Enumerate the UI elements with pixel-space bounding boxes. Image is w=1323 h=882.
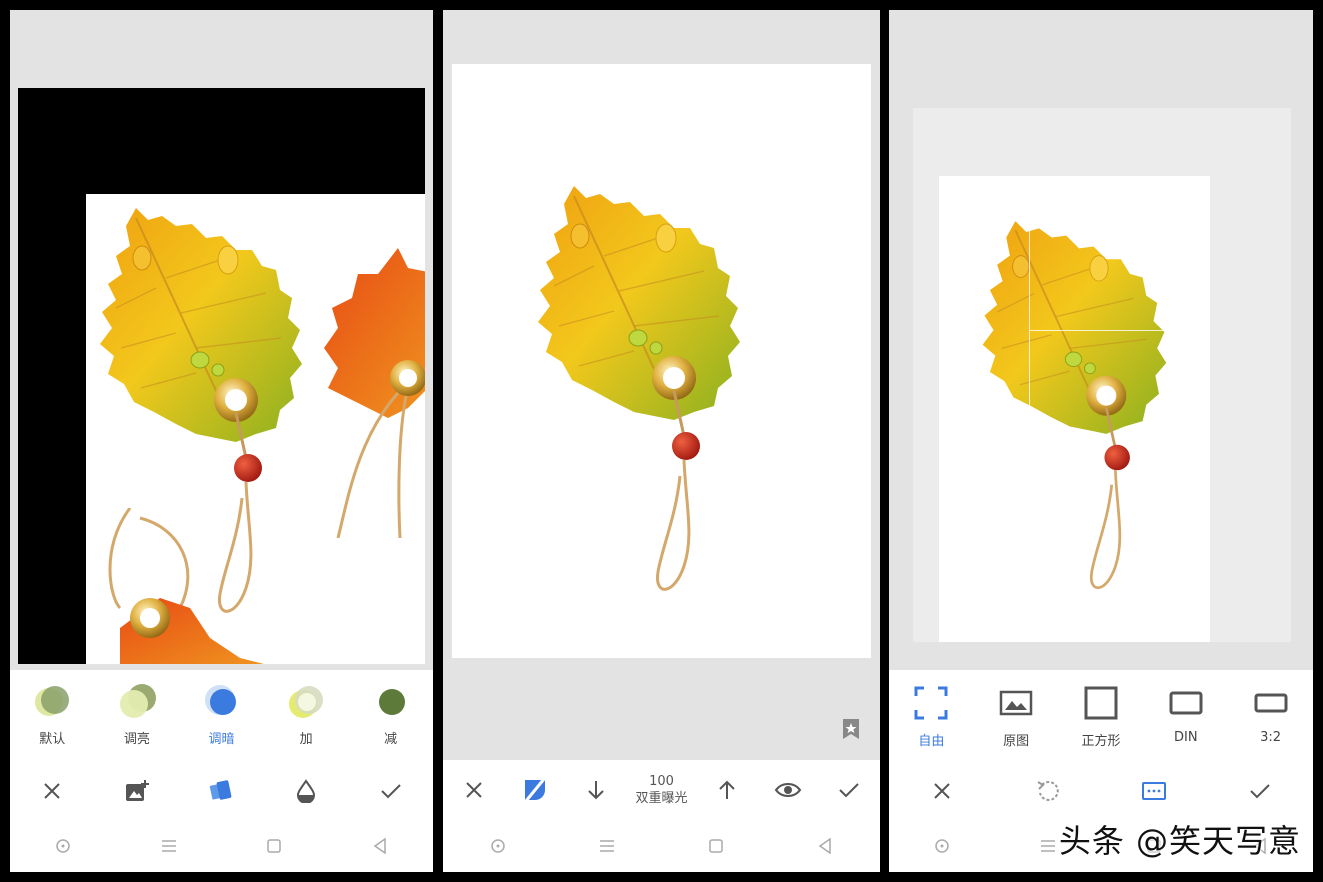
leaf-image-main [979, 212, 1179, 612]
crop-option-3-2[interactable]: 3:2 [1236, 686, 1306, 745]
exposure-mode-label: 双重曝光 [635, 791, 688, 806]
add-image-icon[interactable] [115, 769, 159, 813]
crop-grid-line [1029, 216, 1030, 426]
eye-icon[interactable] [766, 768, 810, 812]
menu-nav-icon[interactable] [587, 831, 627, 861]
opacity-drop-icon[interactable] [284, 769, 328, 813]
crop-option-square[interactable]: 正方形 [1066, 686, 1136, 749]
crop-option-original[interactable]: 原图 [981, 686, 1051, 749]
close-icon[interactable] [452, 768, 496, 812]
preset-label: 调亮 [123, 732, 150, 747]
phone-panel-mask-editor: 100 双重曝光 [443, 10, 880, 872]
preset-label: 减 [384, 732, 398, 747]
check-icon[interactable] [827, 768, 871, 812]
ratio-rect-icon [1254, 686, 1288, 720]
leaf-image-bottom [108, 508, 264, 664]
circle-nav-icon[interactable] [43, 831, 83, 861]
crop-option-label: DIN [1173, 730, 1198, 745]
din-rect-icon [1169, 686, 1203, 720]
crop-toolbar [889, 762, 1313, 820]
phone-panel-double-exposure-presets: 默认 调亮 调暗 加 减 [10, 10, 433, 872]
phone-panel-crop: 自由 原图 正方形 DIN 3:2 [889, 10, 1313, 872]
edit-canvas [18, 88, 425, 664]
circle-nav-icon[interactable] [478, 831, 518, 861]
square-nav-icon[interactable] [696, 831, 736, 861]
crop-option-label: 原图 [1003, 734, 1030, 749]
crop-grid-line [1029, 330, 1179, 331]
circle-nav-icon[interactable] [922, 831, 962, 861]
check-icon[interactable] [1238, 769, 1282, 813]
arrow-down-icon[interactable] [574, 768, 618, 812]
crop-option-label: 自由 [918, 734, 945, 749]
back-nav-icon[interactable] [360, 831, 400, 861]
blend-preset-row: 默认 调亮 调暗 加 减 [10, 670, 433, 762]
bookmark-icon[interactable] [841, 718, 861, 744]
watermark-text: 头条 @笑天写意 [1058, 822, 1301, 860]
preset-label: 调暗 [208, 732, 235, 747]
crop-ratio-row: 自由 原图 正方形 DIN 3:2 [889, 670, 1313, 762]
crop-option-din[interactable]: DIN [1151, 686, 1221, 745]
exposure-value-display: 100 双重曝光 [635, 773, 687, 807]
close-icon[interactable] [30, 769, 74, 813]
preset-darken[interactable]: 调暗 [186, 684, 256, 747]
aspect-icon[interactable] [1132, 769, 1176, 813]
preset-subtract-swatch-icon [374, 684, 408, 718]
mask-toolbar: 100 双重曝光 [443, 760, 880, 820]
crop-option-free[interactable]: 自由 [896, 686, 966, 749]
preset-add[interactable]: 加 [271, 684, 341, 747]
preset-label: 默认 [39, 732, 66, 747]
preset-default-swatch-icon [35, 684, 70, 718]
menu-nav-icon[interactable] [149, 831, 189, 861]
style-palette-icon[interactable] [199, 769, 243, 813]
preset-lighten[interactable]: 调亮 [102, 684, 172, 747]
system-nav-bar [10, 820, 433, 872]
close-icon[interactable] [920, 769, 964, 813]
preset-default[interactable]: 默认 [17, 684, 87, 747]
leaf-image-main [534, 176, 754, 616]
leaf-image-orange [324, 248, 425, 538]
preset-lighten-swatch-icon [119, 684, 156, 718]
edit-toolbar [10, 762, 433, 820]
square-icon [1084, 686, 1118, 720]
preset-add-swatch-icon [289, 684, 324, 718]
crop-canvas [939, 176, 1210, 642]
back-nav-icon[interactable] [805, 831, 845, 861]
square-nav-icon[interactable] [254, 831, 294, 861]
check-icon[interactable] [369, 769, 413, 813]
arrow-up-icon[interactable] [705, 768, 749, 812]
edit-canvas [452, 64, 871, 658]
preset-label: 加 [299, 732, 313, 747]
original-image-icon [999, 686, 1033, 720]
preset-darken-swatch-icon [204, 684, 238, 718]
mask-brush-icon[interactable] [513, 768, 557, 812]
crop-option-label: 正方形 [1081, 734, 1121, 749]
exposure-value: 100 [649, 774, 674, 789]
crop-option-label: 3:2 [1260, 730, 1282, 745]
rotate-icon[interactable] [1026, 769, 1070, 813]
free-crop-icon [914, 686, 948, 720]
system-nav-bar [443, 820, 880, 872]
preset-subtract[interactable]: 减 [356, 684, 426, 747]
